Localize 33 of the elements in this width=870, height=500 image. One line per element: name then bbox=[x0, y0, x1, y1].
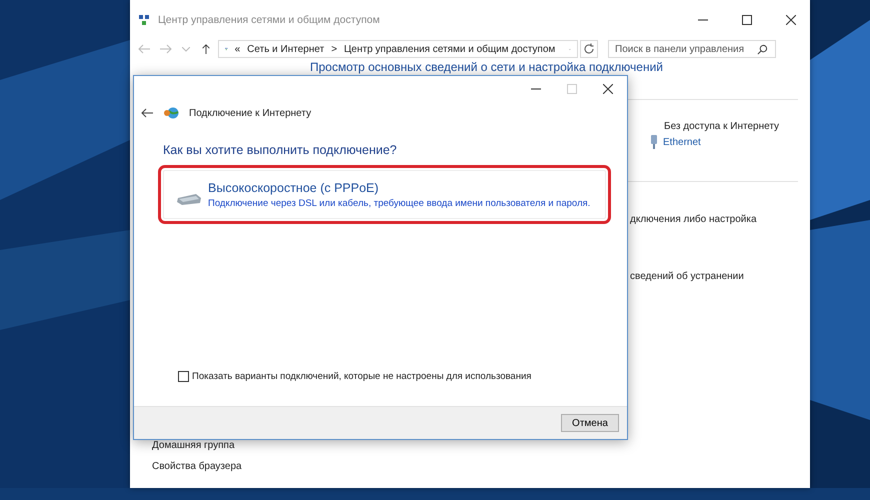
sidebar-link[interactable]: Свойства браузера bbox=[152, 461, 242, 472]
breadcrumb-separator: > bbox=[331, 44, 338, 54]
maximize-icon[interactable] bbox=[742, 15, 752, 25]
up-arrow-icon[interactable] bbox=[200, 44, 212, 54]
globe-icon bbox=[163, 106, 179, 120]
option-title: Высокоскоростное (с PPPoE) bbox=[208, 181, 380, 195]
refresh-icon[interactable] bbox=[580, 40, 598, 58]
back-arrow-icon[interactable] bbox=[141, 108, 153, 118]
connection-link[interactable]: Ethernet bbox=[663, 136, 701, 148]
close-icon[interactable] bbox=[603, 84, 613, 94]
sidebar-link[interactable]: Домашняя группа bbox=[152, 440, 242, 451]
checkbox-square[interactable] bbox=[178, 371, 189, 382]
dialog-question: Как вы хотите выполнить подключение? bbox=[163, 143, 398, 157]
close-icon[interactable] bbox=[786, 15, 796, 25]
settings-text: сведений об устранении bbox=[630, 271, 744, 282]
ethernet-icon bbox=[650, 135, 658, 149]
modem-icon bbox=[176, 192, 202, 206]
breadcrumb[interactable]: Сеть и Интернет bbox=[247, 44, 324, 54]
page-heading: Просмотр основных сведений о сети и настройка подключений bbox=[310, 60, 663, 74]
window-title: Центр управления сетями и общим доступом bbox=[158, 14, 380, 26]
maximize-icon bbox=[567, 84, 577, 94]
breadcrumb[interactable]: Центр управления сетями и общим доступом bbox=[344, 44, 556, 54]
settings-text: дключения либо настройка bbox=[630, 214, 757, 225]
checkbox[interactable]: Показать варианты подключений, которые не настроены для использования bbox=[178, 371, 627, 382]
search-icon bbox=[757, 44, 768, 54]
cancel-button[interactable]: Отмена bbox=[561, 414, 619, 432]
dialog-title: Подключение к Интернету bbox=[189, 108, 312, 118]
option-description: Подключение через DSL или кабель, требующее ввода имени пользователя и пароля. bbox=[208, 198, 590, 210]
network-status: Без доступа к Интернету bbox=[664, 121, 780, 132]
address-bar[interactable]: « Сеть и Интернет > Центр управления сетями и общим доступом bbox=[218, 40, 578, 58]
search-field[interactable]: Поиск в панели управления bbox=[608, 40, 776, 58]
checkbox-label: Показать варианты подключений, которые не настроены для использования bbox=[192, 371, 532, 382]
breadcrumb-prefix: « bbox=[234, 44, 240, 54]
